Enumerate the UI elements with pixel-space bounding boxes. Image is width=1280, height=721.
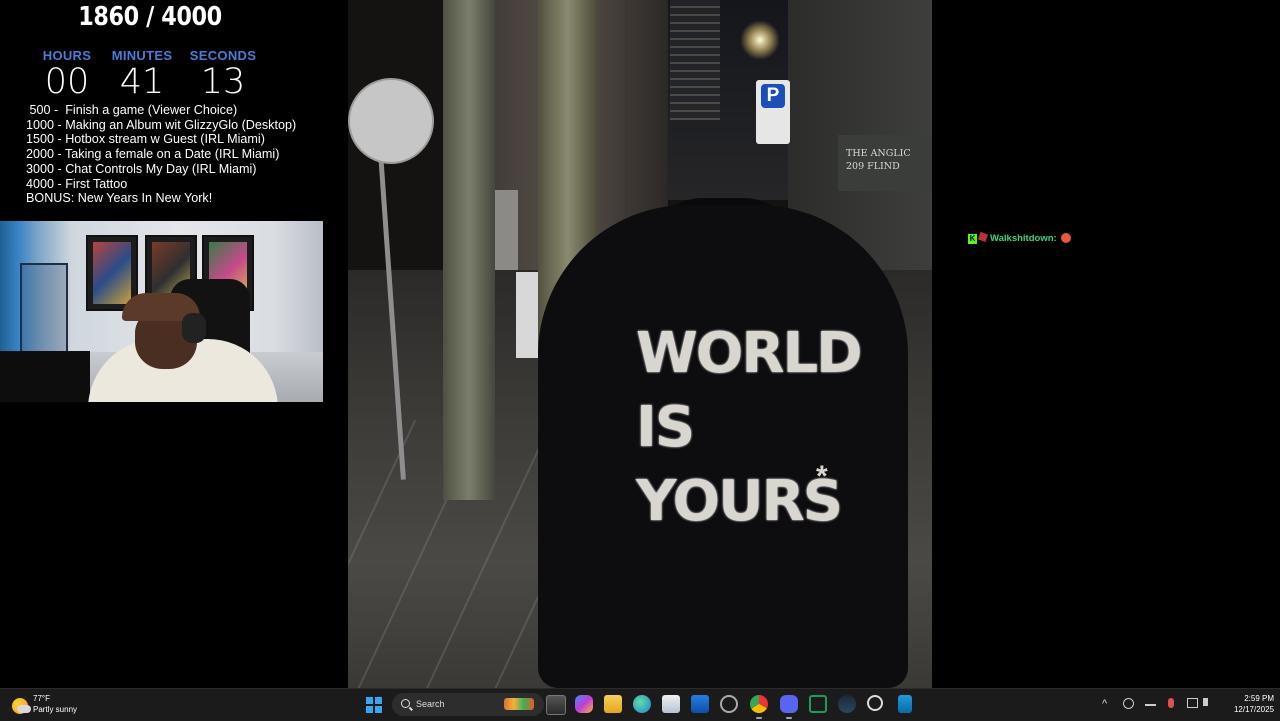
clock-date: 12/17/2025 — [1233, 705, 1274, 714]
hoodie-print-asterisk: * — [816, 460, 828, 493]
timer-seconds-label: SECONDS — [189, 48, 257, 63]
task-view-icon[interactable] — [546, 695, 566, 715]
file-explorer-icon[interactable] — [604, 695, 622, 713]
timer-hours-value: 00 — [44, 62, 90, 102]
clock-time: 2:59 PM — [1244, 694, 1274, 703]
taskbar-search[interactable]: Search — [392, 693, 544, 716]
sub-badge-icon — [977, 231, 989, 243]
partly-sunny-icon — [12, 698, 31, 714]
timer-minutes: MINUTES 41 — [102, 48, 182, 100]
edge-icon[interactable] — [633, 695, 651, 713]
search-highlight-icon — [504, 698, 534, 710]
tree-trunk — [443, 0, 495, 500]
tray-overflow-chevron-icon[interactable]: ^ — [1102, 698, 1107, 710]
windows-taskbar: 77°F Partly sunny Search ^ 2:59 PM 12/17… — [0, 688, 1280, 721]
weather-description: Partly sunny — [33, 705, 78, 714]
chat-message: K Walkshitdown: — [968, 231, 1072, 244]
start-button[interactable] — [366, 697, 382, 713]
goal-counter: 1860 / 4000 — [78, 2, 222, 32]
notepad-icon[interactable] — [898, 695, 912, 713]
goal-item: 3000 - Chat Controls My Day (IRL Miami) — [26, 161, 257, 176]
store-icon[interactable] — [662, 695, 680, 713]
steam-icon[interactable] — [838, 695, 856, 713]
wall-plaque-text: THE ANGLIC 209 FLIND — [846, 148, 911, 172]
round-street-sign — [348, 78, 434, 164]
discord-icon[interactable] — [780, 695, 798, 719]
main-photo: P THE ANGLIC 209 FLIND WORLD IS YOURS * — [348, 0, 932, 688]
search-label: Search — [416, 699, 445, 709]
chat-username[interactable]: Walkshitdown: — [990, 233, 1057, 244]
goal-item: 1000 - Making an Album wit GlizzyGlo (De… — [26, 117, 297, 132]
goal-item: 1500 - Hotbox stream w Guest (IRL Miami) — [26, 132, 265, 147]
g-hub-icon[interactable] — [867, 695, 883, 711]
walker-hoodie: WORLD IS YOURS * — [538, 205, 908, 688]
goal-item: 2000 - Taking a female on a Date (IRL Mi… — [26, 147, 280, 162]
clock-app-icon[interactable] — [720, 695, 738, 713]
streamer-headset — [182, 313, 206, 343]
goals-list: 500 - Finish a game (Viewer Choice) 1000… — [26, 103, 296, 206]
volume-icon[interactable] — [1203, 698, 1216, 706]
display-icon[interactable] — [1187, 698, 1198, 708]
chrome-icon[interactable] — [750, 695, 768, 719]
timer-minutes-value: 41 — [119, 62, 165, 102]
search-icon — [401, 699, 410, 708]
goal-item: 500 - Finish a game (Viewer Choice) — [26, 103, 238, 117]
street-light-glow — [740, 20, 780, 60]
parking-sign: P — [756, 80, 790, 144]
goal-item: 4000 - First Tattoo — [26, 176, 128, 191]
parking-sign-letter: P — [761, 84, 785, 108]
timer-seconds-value: 13 — [200, 62, 246, 102]
excel-icon[interactable] — [809, 695, 827, 713]
tower-windows — [670, 0, 720, 120]
weather-temperature: 77°F — [33, 694, 50, 703]
timer-hours: HOURS 00 — [27, 48, 107, 100]
taskbar-clock[interactable]: 2:59 PM 12/17/2025 — [1220, 693, 1274, 715]
webcam-feed — [0, 221, 323, 402]
hoodie-print-text: WORLD IS YOURS — [636, 321, 863, 534]
webcam-desk — [0, 351, 90, 402]
outlook-icon[interactable] — [691, 695, 709, 713]
timer-minutes-label: MINUTES — [111, 48, 173, 63]
goal-item: BONUS: New Years In New York! — [26, 191, 213, 206]
wall-plaque: THE ANGLIC 209 FLIND — [838, 135, 932, 191]
copilot-icon[interactable] — [575, 695, 593, 713]
chat-emote-icon — [1061, 233, 1072, 244]
timer-seconds: SECONDS 13 — [183, 48, 263, 100]
microphone-icon[interactable] — [1168, 698, 1174, 708]
timer-hours-label: HOURS — [42, 48, 92, 63]
sync-icon[interactable] — [1123, 698, 1134, 709]
kick-badge-icon: K — [968, 234, 977, 244]
network-muted-icon[interactable] — [1145, 698, 1156, 706]
